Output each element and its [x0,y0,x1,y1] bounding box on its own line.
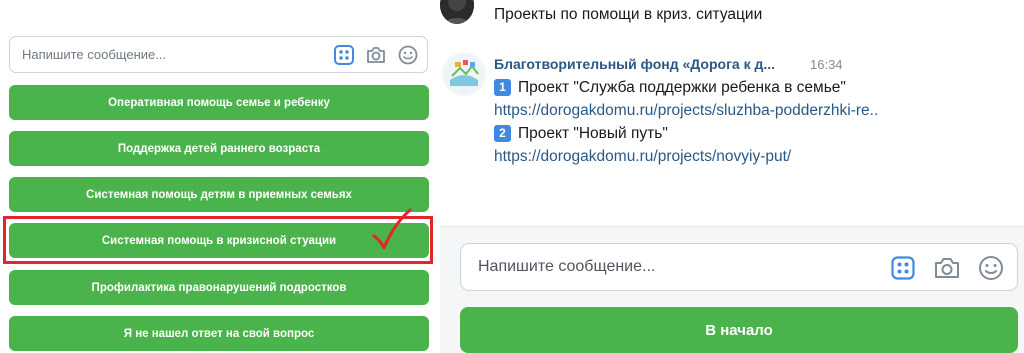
avatar [440,0,474,24]
project-title: Проект "Новый путь" [518,125,668,142]
camera-icon[interactable] [365,44,387,66]
message-line: 1 Проект "Служба поддержки ребенка в сем… [494,76,1014,99]
quick-reply-button[interactable]: Системная помощь детям в приемных семьях [9,177,429,212]
quick-reply-button[interactable]: Поддержка детей раннего возраста [9,131,429,166]
keyboard-grid-icon[interactable] [333,44,355,66]
quick-reply-button[interactable]: Я не нашел ответ на свой вопрос [9,316,429,351]
composer-icons [889,254,1005,282]
keyboard-grid-icon[interactable] [889,254,917,282]
keycap-number-icon: 2 [494,125,511,142]
bot-avatar[interactable] [442,52,486,96]
message-line: https://dorogakdomu.ru/projects/sluzhba-… [494,99,1014,122]
smile-icon[interactable] [977,254,1005,282]
left-top-strip [0,0,438,20]
right-chat-panel: Проекты по помощи в криз. ситуации Благо… [440,0,1024,353]
left-input-placeholder: Напишите сообщение... [22,47,167,62]
quick-reply-button[interactable]: Оперативная помощь семье и ребенку [9,85,429,120]
message-input-placeholder: Напишите сообщение... [478,258,656,275]
sender-name-link[interactable]: Благотворительный фонд «Дорога к д... [494,56,775,72]
quick-reply-button[interactable]: Системная помощь в кризисной стуации [9,223,429,258]
camera-icon[interactable] [933,254,961,282]
left-message-input[interactable]: Напишите сообщение... [9,36,428,73]
quick-reply-button[interactable]: Профилактика правонарушений подростков [9,270,429,305]
project-link[interactable]: https://dorogakdomu.ru/projects/sluzhba-… [494,99,878,122]
smile-icon[interactable] [397,44,419,66]
message-body: 1 Проект "Служба поддержки ребенка в сем… [494,76,1014,168]
message-timestamp: 16:34 [810,57,843,72]
message-input[interactable]: Напишите сообщение... [460,243,1018,291]
keycap-number-icon: 1 [494,79,511,96]
previous-message-text: Проекты по помощи в криз. ситуации [494,6,763,23]
project-title: Проект "Служба поддержки ребенка в семье… [518,79,846,96]
left-input-icons [333,44,419,66]
project-link[interactable]: https://dorogakdomu.ru/projects/novyiy-p… [494,145,791,168]
message-line: 2 Проект "Новый путь" [494,122,1014,145]
checkmark-icon [372,208,412,250]
start-over-button[interactable]: В начало [460,307,1018,353]
message-line: https://dorogakdomu.ru/projects/novyiy-p… [494,145,1014,168]
left-chat-panel: Напишите сообщение... Оперативная помощь… [0,0,438,353]
composer-area: Напишите сообщение... В начало [440,226,1024,353]
